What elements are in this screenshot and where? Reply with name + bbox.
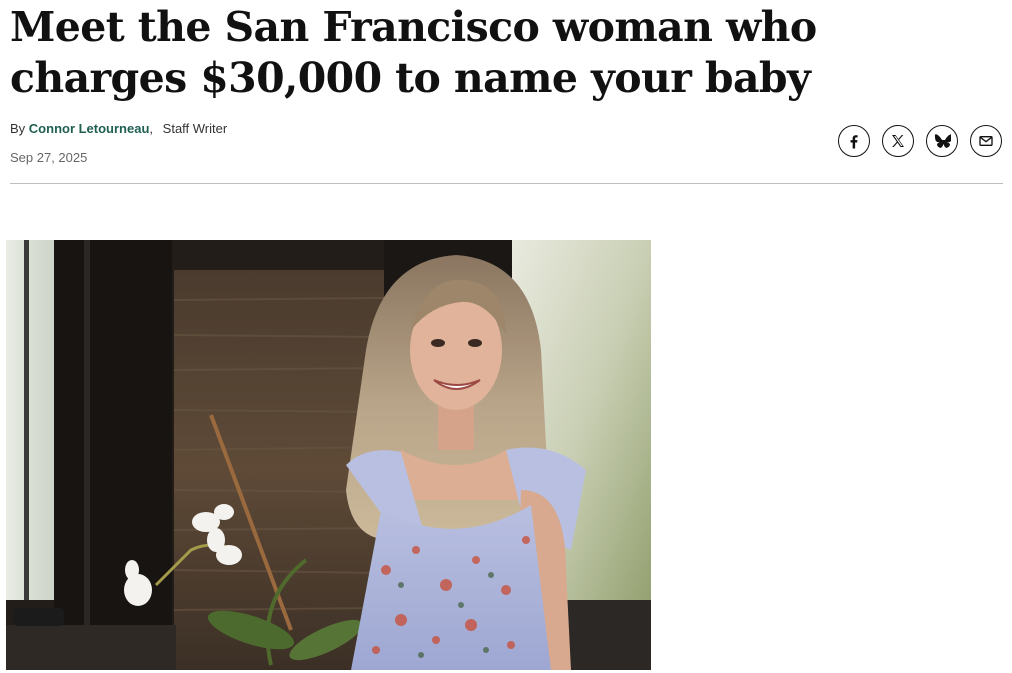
header-divider	[10, 183, 1003, 184]
hero-image[interactable]	[6, 240, 651, 670]
byline: By Connor Letourneau, Staff Writer	[10, 121, 227, 136]
bluesky-butterfly-icon	[933, 132, 951, 150]
byline-prefix: By	[10, 121, 26, 136]
photo-woman-smiling-floral-dress	[6, 240, 651, 670]
share-bluesky-button[interactable]	[926, 125, 958, 157]
author-role: Staff Writer	[162, 121, 228, 136]
byline-separator: ,	[149, 121, 154, 136]
author-link[interactable]: Connor Letourneau	[29, 121, 150, 136]
x-twitter-icon	[890, 133, 906, 149]
facebook-icon	[845, 132, 863, 150]
share-bar	[838, 125, 1002, 157]
article-headline: Meet the San Francisco woman who charges…	[10, 3, 817, 102]
share-facebook-button[interactable]	[838, 125, 870, 157]
publish-date: Sep 27, 2025	[10, 150, 88, 165]
share-email-button[interactable]	[970, 125, 1002, 157]
share-x-button[interactable]	[882, 125, 914, 157]
email-envelope-icon	[978, 133, 994, 149]
